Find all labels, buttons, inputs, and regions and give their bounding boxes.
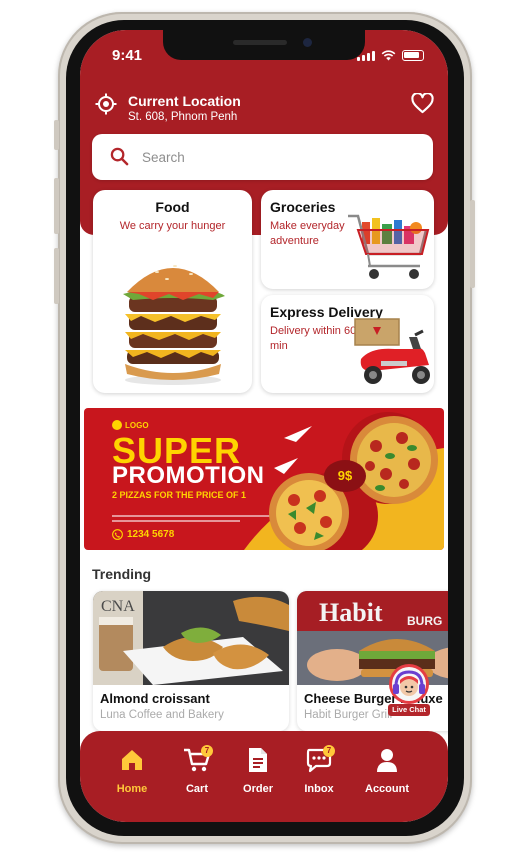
order-document-icon bbox=[249, 748, 267, 772]
pizza-image-large bbox=[350, 416, 438, 504]
search-input[interactable] bbox=[142, 146, 412, 168]
power-button bbox=[470, 200, 475, 288]
user-icon bbox=[377, 749, 397, 772]
nav-item-home[interactable]: Home bbox=[100, 745, 164, 795]
svg-text:Habit: Habit bbox=[319, 598, 383, 627]
nav-item-inbox[interactable]: 7 Inbox bbox=[287, 745, 351, 795]
promo-price-badge: 9$ bbox=[324, 460, 366, 492]
location-address[interactable]: St. 608, Phnom Penh bbox=[128, 111, 237, 123]
promo-banner[interactable]: LOGO SUPER PROMOTION 2 PIZZAS FOR THE PR… bbox=[84, 408, 444, 550]
speaker bbox=[233, 40, 287, 45]
signal-icon bbox=[357, 51, 375, 61]
trending-item[interactable]: CNA Almond croissant Luna Coffee and Bak… bbox=[93, 591, 289, 731]
volume-up-button bbox=[54, 178, 59, 234]
live-chat-label: Live Chat bbox=[388, 704, 430, 716]
svg-text:BURG: BURG bbox=[407, 614, 442, 628]
inbox-badge: 7 bbox=[323, 745, 335, 757]
trending-item-name: Almond croissant bbox=[100, 691, 210, 706]
promo-headline-promotion: PROMOTION bbox=[112, 462, 265, 489]
bottom-navigation: Home 7 Cart Order 7 Inbox Account bbox=[80, 731, 448, 822]
promo-phone: 1234 5678 bbox=[112, 529, 174, 540]
status-time: 9:41 bbox=[112, 47, 143, 64]
nav-item-account[interactable]: Account bbox=[355, 745, 419, 795]
home-icon bbox=[122, 750, 142, 770]
nav-label: Home bbox=[116, 783, 148, 795]
wifi-icon bbox=[381, 50, 396, 61]
notch bbox=[163, 30, 365, 60]
category-card-food[interactable]: Food We carry your hunger bbox=[93, 190, 252, 393]
trending-section-title: Trending bbox=[92, 566, 152, 582]
app-screen: 9:41 Current Location St. 608, Phnom Pen… bbox=[80, 30, 448, 822]
shopping-cart-image bbox=[348, 214, 430, 279]
nav-label: Account bbox=[365, 783, 409, 795]
promo-logo: LOGO bbox=[112, 420, 149, 430]
nav-label: Cart bbox=[185, 783, 208, 795]
promo-fine-print bbox=[112, 515, 272, 525]
nav-label: Order bbox=[243, 783, 273, 795]
category-card-groceries[interactable]: Groceries Make everyday adventure bbox=[261, 190, 434, 289]
location-title[interactable]: Current Location bbox=[128, 93, 241, 109]
category-title: Groceries bbox=[270, 199, 336, 215]
svg-text:CNA: CNA bbox=[101, 598, 135, 615]
battery-icon bbox=[402, 50, 424, 61]
support-agent-icon bbox=[389, 664, 429, 704]
category-title: Food bbox=[155, 199, 190, 215]
category-description: We carry your hunger bbox=[119, 220, 226, 232]
search-bar[interactable] bbox=[92, 134, 433, 180]
trending-item-shop: Habit Burger Grill bbox=[304, 709, 393, 721]
volume-down-button bbox=[54, 248, 59, 304]
phone-icon bbox=[112, 529, 123, 540]
trending-item-shop: Luna Coffee and Bakery bbox=[100, 709, 224, 721]
promo-deal-text: 2 PIZZAS FOR THE PRICE OF 1 bbox=[112, 490, 247, 500]
delivery-scooter-image bbox=[354, 318, 430, 384]
mute-switch bbox=[54, 120, 59, 150]
croissant-image: CNA bbox=[93, 591, 289, 685]
front-camera bbox=[303, 38, 312, 47]
category-card-express-delivery[interactable]: Express Delivery Delivery within 60 min bbox=[261, 295, 434, 393]
nav-item-order[interactable]: Order bbox=[226, 745, 290, 795]
cart-badge: 7 bbox=[201, 745, 213, 757]
search-icon bbox=[110, 147, 129, 166]
burger-image bbox=[123, 265, 225, 385]
heart-icon[interactable] bbox=[411, 93, 434, 114]
live-chat-button[interactable]: Live Chat bbox=[386, 662, 432, 718]
status-icons bbox=[357, 50, 424, 61]
category-description: Delivery within 60 min bbox=[270, 325, 357, 352]
nav-label: Inbox bbox=[304, 783, 334, 795]
nav-item-cart[interactable]: 7 Cart bbox=[165, 745, 229, 795]
location-target-icon[interactable] bbox=[95, 93, 117, 115]
